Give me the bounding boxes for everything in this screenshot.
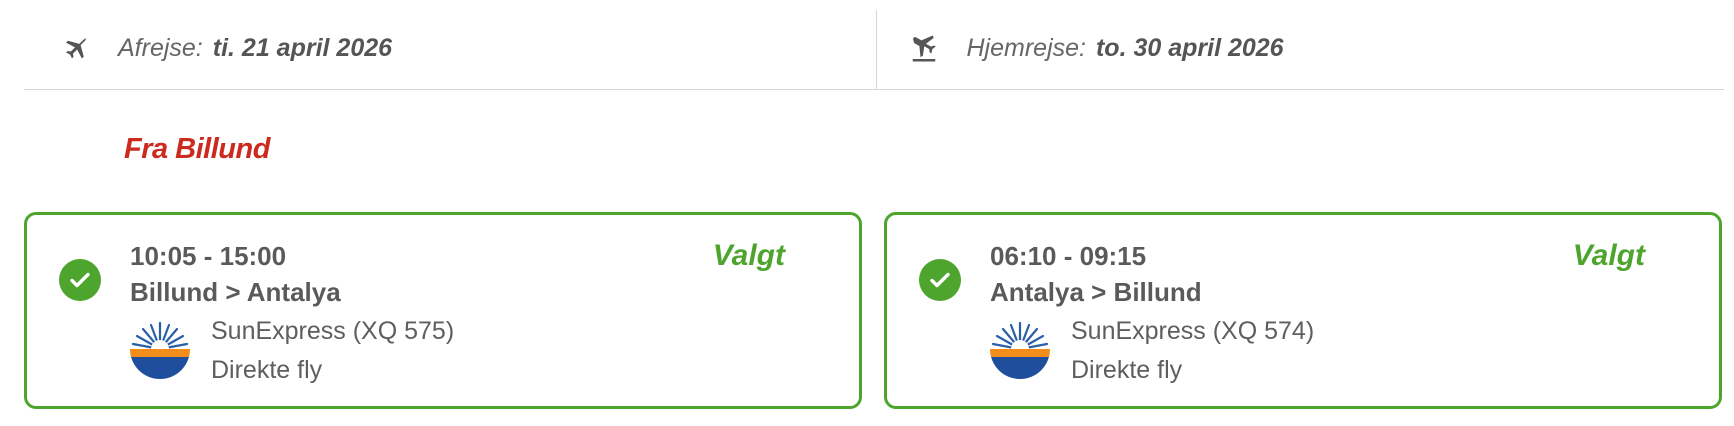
selected-status: Valgt — [712, 239, 785, 272]
section-title: Fra Billund — [124, 133, 270, 165]
flight-route: Billund > Antalya — [130, 277, 341, 307]
return-date: Hjemrejse: to. 30 april 2026 — [875, 10, 1725, 89]
travel-dates-header: Afrejse: ti. 21 april 2026 Hjemrejse: to… — [24, 10, 1724, 90]
check-circle-icon — [59, 259, 101, 301]
plane-landing-icon — [909, 30, 947, 68]
flight-stops: Direkte fly — [1071, 356, 1183, 384]
selected-status: Valgt — [1572, 239, 1645, 272]
return-date-value: to. 30 april 2026 — [1095, 34, 1284, 62]
flight-route: Antalya > Billund — [990, 277, 1202, 307]
flight-card-outbound[interactable]: 10:05 - 15:00 Billund > Antalya Valgt Su… — [24, 212, 862, 409]
departure-label: Afrejse: — [118, 34, 203, 62]
flight-stops: Direkte fly — [211, 356, 323, 384]
airline-flight-number: SunExpress (XQ 574) — [1071, 317, 1315, 345]
flight-times: 06:10 - 09:15 — [990, 241, 1147, 271]
check-circle-icon — [919, 259, 961, 301]
plane-takeoff-icon — [60, 30, 98, 68]
flight-times: 10:05 - 15:00 — [130, 241, 287, 271]
departure-date: Afrejse: ti. 21 april 2026 — [24, 10, 876, 89]
airline-flight-number: SunExpress (XQ 575) — [211, 317, 455, 345]
return-label: Hjemrejse: — [966, 34, 1086, 62]
departure-date-value: ti. 21 april 2026 — [212, 34, 393, 62]
sunexpress-logo-icon — [130, 319, 190, 379]
flight-selection-page: Afrejse: ti. 21 april 2026 Hjemrejse: to… — [0, 0, 1734, 426]
flight-card-return[interactable]: 06:10 - 09:15 Antalya > Billund Valgt Su… — [884, 212, 1722, 409]
sunexpress-logo-icon — [990, 319, 1050, 379]
